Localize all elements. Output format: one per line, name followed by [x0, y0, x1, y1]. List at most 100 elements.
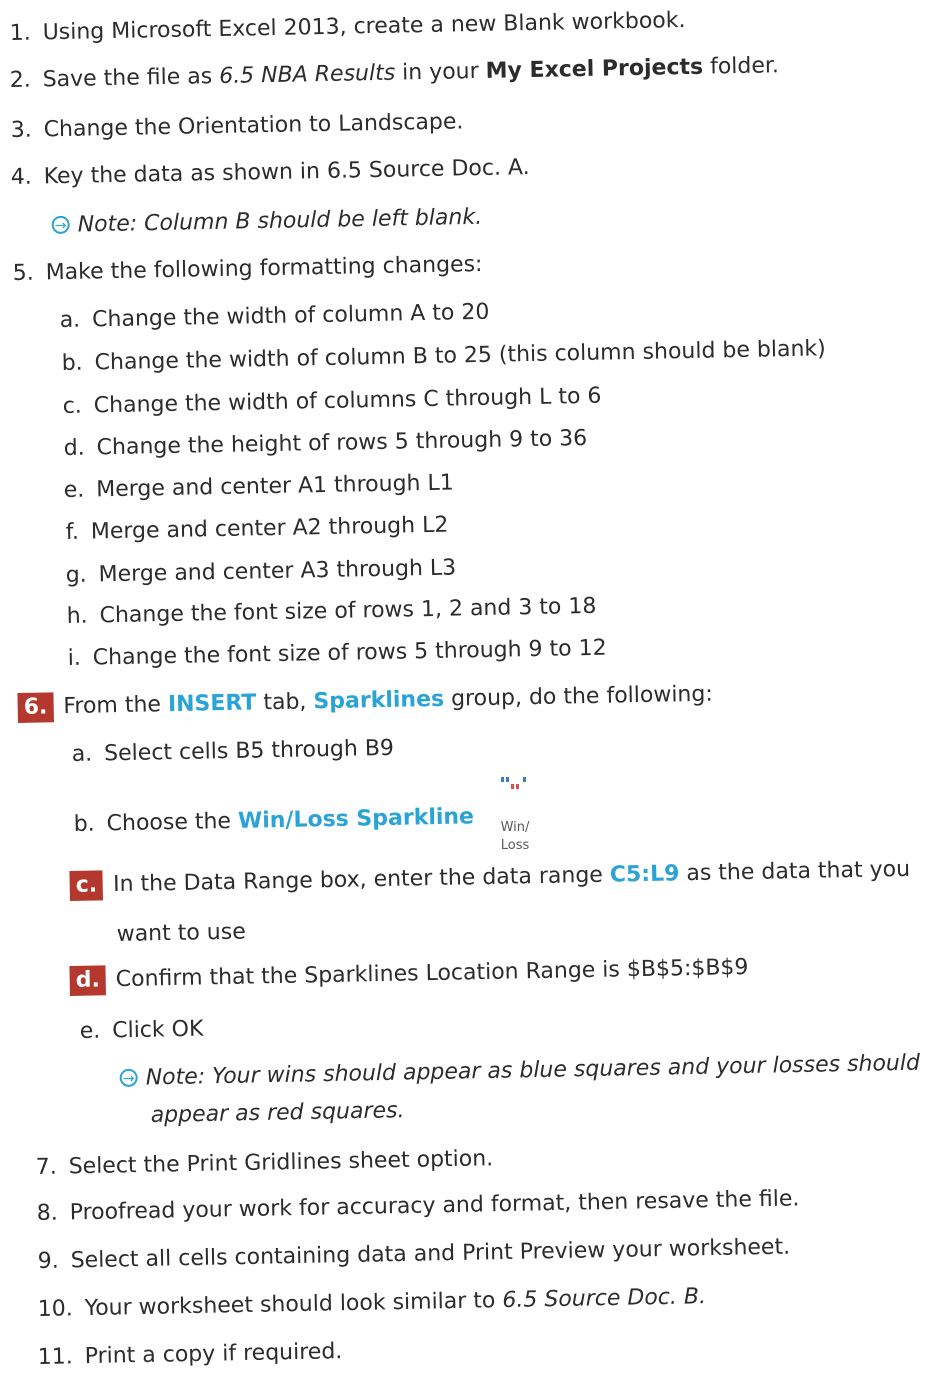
- step-text: Change the Orientation to Landscape.: [43, 109, 464, 143]
- substep-badge: d.: [69, 965, 107, 996]
- substep-text: Merge and center A1 through L1: [95, 470, 454, 503]
- win-bar: [523, 777, 526, 782]
- substep-letter: b.: [73, 811, 95, 838]
- substep-5a: a. Change the width of column A to 20: [59, 298, 489, 336]
- step-9: 9. Select all cells containing data and P…: [37, 1233, 790, 1277]
- substep-6a: a. Select cells B5 through B9: [71, 734, 394, 770]
- substep-5f: f. Merge and center A2 through L2: [65, 511, 448, 548]
- substep-text: Select cells B5 through B9: [103, 735, 395, 767]
- step-text: Make the following formatting changes:: [45, 251, 483, 286]
- step-number: 3.: [10, 117, 32, 144]
- step-11: 11. Print a copy if required.: [37, 1337, 342, 1373]
- substep-letter: h.: [66, 603, 88, 630]
- winloss-sparkline-icon: Win/ Loss: [488, 773, 542, 863]
- substep-text: Choose the: [106, 808, 239, 837]
- substep-6d: d. Confirm that the Sparklines Location R…: [69, 953, 749, 996]
- note-sparkline-colors: → Note: Your wins should appear as blue s…: [119, 1049, 920, 1094]
- step-6: 6. From the INSERT tab, Sparklines group,…: [17, 680, 713, 723]
- substep-text: Merge and center A2 through L2: [90, 512, 449, 545]
- data-range-ref: C5:L9: [609, 861, 680, 888]
- step-number: 9.: [37, 1248, 59, 1275]
- note-text: Note: Your wins should appear as blue sq…: [145, 1050, 921, 1091]
- step-text: Print a copy if required.: [84, 1339, 343, 1370]
- substep-6e: e. Click OK: [79, 1015, 203, 1047]
- win-bar: [501, 777, 504, 782]
- step-5: 5. Make the following formatting changes:: [12, 250, 482, 289]
- sparklines-group-ref: Sparklines: [313, 686, 445, 715]
- loss-bar: [516, 784, 519, 789]
- substep-letter: d.: [63, 435, 85, 462]
- step-number: 8.: [36, 1200, 58, 1227]
- step-number: 5.: [12, 260, 34, 287]
- step-number: 11.: [37, 1344, 73, 1371]
- step-number: 2.: [9, 67, 31, 94]
- substep-letter: a.: [71, 741, 93, 768]
- substep-text: as the data that you: [679, 856, 911, 887]
- substep-text: Change the width of column B to 25 (this…: [94, 336, 826, 376]
- winloss-bars-icon: [501, 777, 526, 789]
- substep-text: Change the width of column A to 20: [91, 299, 490, 333]
- substep-letter: e.: [63, 477, 85, 504]
- step-text: Key the data as shown in 6.5 Source Doc.…: [43, 155, 530, 190]
- step-text: Save the file as: [42, 63, 220, 93]
- substep-5h: h. Change the font size of rows 1, 2 and …: [66, 592, 596, 632]
- winloss-sparkline-ref: Win/Loss Sparkline: [237, 804, 475, 834]
- note-text: appear as red squares.: [150, 1098, 405, 1129]
- step-8: 8. Proofread your work for accuracy and f…: [36, 1184, 799, 1229]
- substep-text: want to use: [116, 919, 246, 948]
- substep-5d: d. Change the height of rows 5 through 9 …: [63, 424, 587, 464]
- substep-text: Click OK: [111, 1016, 204, 1044]
- arrow-circle-icon: →: [51, 215, 70, 235]
- step-3: 3. Change the Orientation to Landscape.: [10, 107, 463, 146]
- step-4: 4. Key the data as shown in 6.5 Source Do…: [10, 153, 529, 193]
- step-2: 2. Save the file as 6.5 NBA Results in yo…: [9, 51, 779, 96]
- insert-tab-ref: INSERT: [167, 690, 257, 718]
- substep-letter: g.: [65, 562, 87, 589]
- substep-text: Change the font size of rows 1, 2 and 3 …: [99, 593, 597, 629]
- substep-text: Change the font size of rows 5 through 9…: [92, 635, 607, 671]
- step-text: Proofread your work for accuracy and for…: [69, 1186, 800, 1226]
- win-bar: [506, 777, 509, 782]
- substep-letter: b.: [61, 350, 83, 377]
- substep-text: Merge and center A3 through L3: [98, 555, 457, 588]
- note-sparkline-colors-cont: appear as red squares.: [150, 1096, 404, 1131]
- step-7: 7. Select the Print Gridlines sheet optio…: [35, 1144, 493, 1183]
- step-number: 7.: [35, 1154, 57, 1181]
- step-text: From the: [63, 692, 169, 720]
- step-badge: 6.: [17, 692, 54, 723]
- step-text: folder.: [702, 53, 780, 80]
- substep-letter: i.: [67, 645, 82, 672]
- loss-bar: [511, 784, 514, 789]
- note-column-b: → Note: Column B should be left blank.: [51, 203, 482, 241]
- winloss-label: Win/: [500, 820, 530, 835]
- substep-letter: a.: [59, 307, 81, 334]
- substep-letter: c.: [62, 393, 83, 420]
- file-name: 6.5 NBA Results: [218, 60, 396, 89]
- step-number: 1.: [9, 20, 31, 47]
- step-text: Select the Print Gridlines sheet option.: [68, 1146, 494, 1180]
- winloss-label: Loss: [500, 838, 530, 853]
- substep-text: Change the height of rows 5 through 9 to…: [96, 425, 588, 461]
- step-text: Using Microsoft Excel 2013, create a new…: [42, 8, 686, 46]
- source-doc-ref: 6.5 Source Doc. B.: [502, 1284, 707, 1314]
- substep-6b: b. Choose the Win/Loss Sparkline: [73, 802, 474, 840]
- substep-6c-cont: want to use: [116, 918, 246, 950]
- step-10: 10. Your worksheet should look similar to…: [37, 1282, 706, 1325]
- substep-text: Change the width of columns C through L …: [93, 383, 602, 419]
- substep-5c: c. Change the width of columns C through …: [62, 382, 601, 422]
- folder-name: My Excel Projects: [485, 54, 704, 84]
- substep-5i: i. Change the font size of rows 5 through…: [67, 634, 606, 674]
- step-text: in your: [394, 58, 486, 86]
- step-number: 4.: [10, 164, 32, 191]
- substep-text: Confirm that the Sparklines Location Ran…: [115, 954, 749, 993]
- arrow-circle-icon: →: [119, 1068, 138, 1088]
- substep-5g: g. Merge and center A3 through L3: [65, 554, 456, 591]
- step-text: tab,: [256, 689, 314, 716]
- step-text: Select all cells containing data and Pri…: [70, 1234, 791, 1274]
- note-text: Note: Column B should be left blank.: [77, 204, 483, 238]
- step-text: Your worksheet should look similar to: [84, 1288, 503, 1322]
- step-1: 1. Using Microsoft Excel 2013, create a n…: [9, 6, 685, 49]
- substep-letter: f.: [65, 519, 80, 546]
- substep-5e: e. Merge and center A1 through L1: [63, 469, 454, 506]
- substep-letter: e.: [79, 1018, 101, 1045]
